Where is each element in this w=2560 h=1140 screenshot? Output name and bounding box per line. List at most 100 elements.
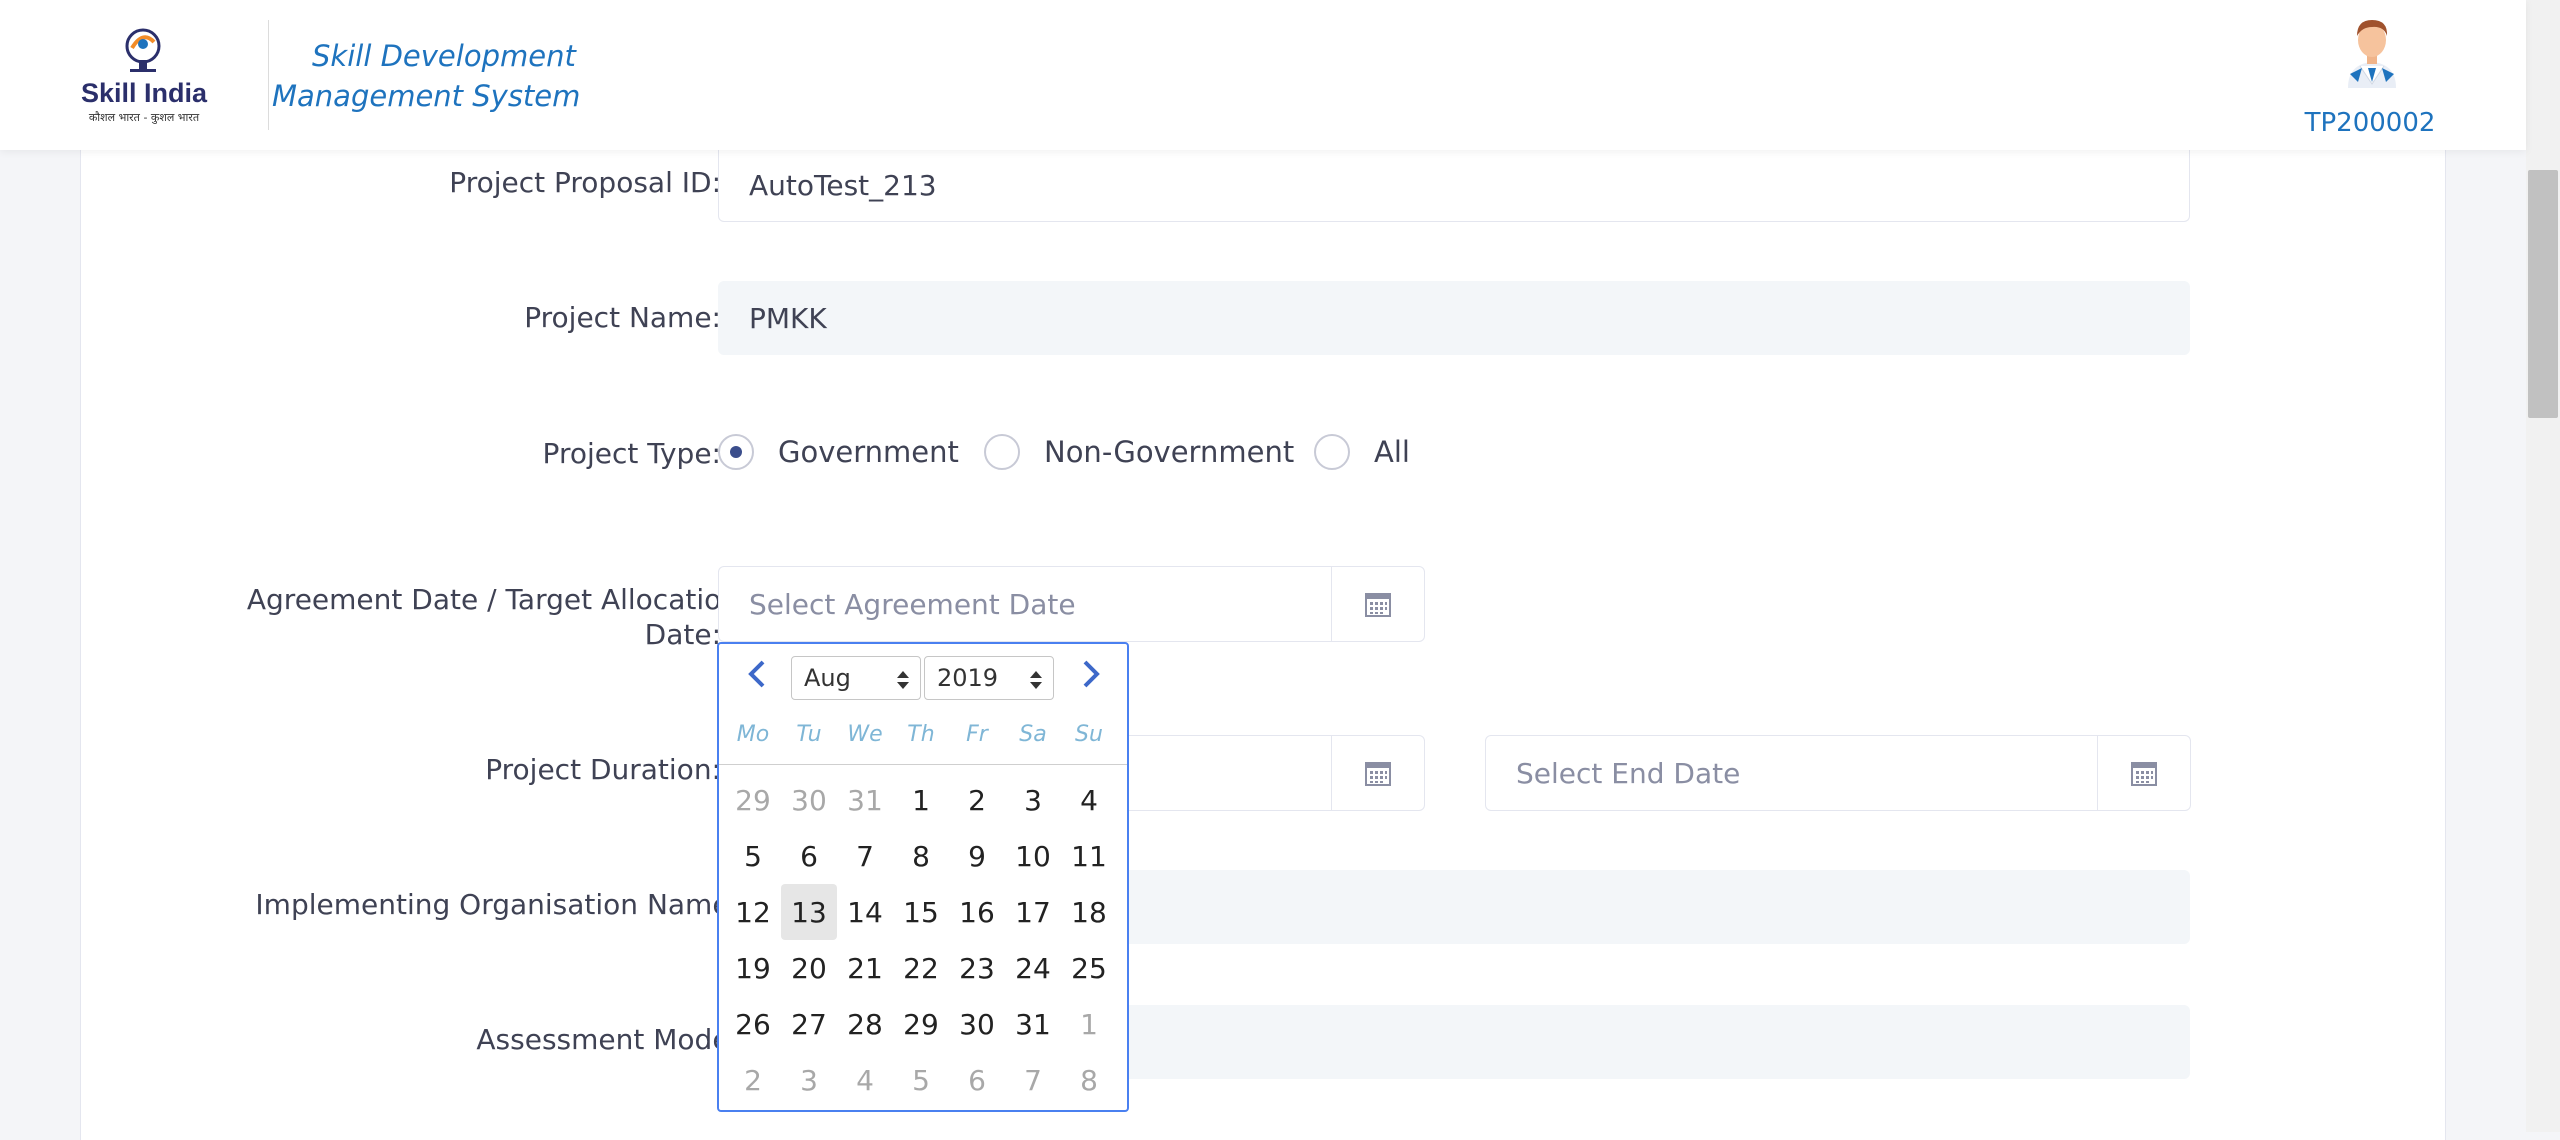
chevron-right-icon (1083, 660, 1100, 688)
start-date-calendar-button[interactable] (1331, 735, 1425, 811)
weekday-label: Fr (966, 722, 988, 747)
year-select-value: 2019 (937, 664, 999, 692)
calendar-day[interactable]: 24 (1005, 940, 1061, 996)
calendar-day[interactable]: 17 (1005, 884, 1061, 940)
app-title: Skill Development Management System (272, 39, 581, 113)
weekday-label: Mo (736, 722, 770, 747)
weekday-divider (719, 764, 1127, 765)
radio-non-government[interactable]: Non-Government (984, 434, 1294, 470)
calendar-day[interactable]: 18 (1061, 884, 1117, 940)
radio-non-government-button[interactable] (984, 434, 1020, 470)
calendar-day-other-month[interactable]: 4 (837, 1052, 893, 1108)
calendar-day[interactable]: 15 (893, 884, 949, 940)
calendar-day[interactable]: 21 (837, 940, 893, 996)
calendar-day[interactable]: 29 (893, 996, 949, 1052)
calendar-day-other-month[interactable]: 3 (781, 1052, 837, 1108)
calendar-day[interactable]: 9 (949, 828, 1005, 884)
calendar-day[interactable]: 3 (1005, 772, 1061, 828)
calendar-day-other-month[interactable]: 31 (837, 772, 893, 828)
radio-all-label: All (1374, 435, 1410, 469)
calendar-day[interactable]: 8 (893, 828, 949, 884)
calendar-day[interactable]: 31 (1005, 996, 1061, 1052)
agreement-date-input[interactable]: Select Agreement Date (718, 566, 1332, 642)
calendar-day-other-month[interactable]: 2 (725, 1052, 781, 1108)
project-type-label: Project Type:* (543, 436, 739, 471)
calendar-day[interactable]: 13 (781, 884, 837, 940)
proposal-id-value: AutoTest_213 (749, 169, 937, 202)
calendar-day[interactable]: 30 (949, 996, 1005, 1052)
calendar-week-row: 5 6 7 8 9 10 11 (725, 828, 1121, 884)
calendar-day[interactable]: 27 (781, 996, 837, 1052)
radio-all[interactable]: All (1314, 434, 1410, 470)
project-name-label-text: Project Name: (524, 301, 721, 334)
weekday-label: Su (1075, 722, 1103, 747)
radio-government-button[interactable] (718, 434, 754, 470)
radio-non-government-label: Non-Government (1044, 435, 1295, 469)
calendar-day[interactable]: 5 (725, 828, 781, 884)
project-name-label: Project Name:* (524, 300, 739, 335)
scrollbar-thumb[interactable] (2528, 170, 2558, 418)
skill-india-logo[interactable]: Skill India कौशल भारत - कुशल भारत (78, 24, 210, 128)
calendar-day-other-month[interactable]: 7 (1005, 1052, 1061, 1108)
skill-india-emblem-icon (125, 28, 161, 72)
proposal-id-label: Project Proposal ID:* (449, 165, 739, 200)
project-end-date-input[interactable]: Select End Date (1485, 735, 2099, 811)
calendar-week-row: 19 20 21 22 23 24 25 (725, 940, 1121, 996)
calendar-day-other-month[interactable]: 6 (949, 1052, 1005, 1108)
calendar-icon (1365, 593, 1391, 617)
calendar-day[interactable]: 25 (1061, 940, 1117, 996)
calendar-day-other-month[interactable]: 30 (781, 772, 837, 828)
logo-tagline: कौशल भारत - कुशल भारत (88, 111, 200, 124)
calendar-day[interactable]: 23 (949, 940, 1005, 996)
calendar-day-other-month[interactable]: 8 (1061, 1052, 1117, 1108)
calendar-day[interactable]: 22 (893, 940, 949, 996)
user-avatar-icon[interactable] (2340, 12, 2404, 88)
radio-government[interactable]: Government (718, 434, 959, 470)
calendar-day[interactable]: 1 (893, 772, 949, 828)
weekday-label: Th (907, 722, 935, 747)
project-duration-label-text: Project Duration: (485, 753, 721, 786)
assessment-mode-label-text: Assessment Mode: (476, 1023, 739, 1056)
calendar-day[interactable]: 4 (1061, 772, 1117, 828)
calendar-day[interactable]: 6 (781, 828, 837, 884)
project-form-card: Project Proposal ID:* AutoTest_213 Proje… (80, 150, 2446, 1140)
agreement-date-label: Agreement Date / Target Allocation Date:… (247, 582, 739, 652)
calendar-icon (2131, 762, 2157, 786)
calendar-day-other-month[interactable]: 29 (725, 772, 781, 828)
calendar-day[interactable]: 7 (837, 828, 893, 884)
proposal-id-input[interactable]: AutoTest_213 (718, 150, 2190, 222)
calendar-day[interactable]: 28 (837, 996, 893, 1052)
next-month-button[interactable] (1075, 658, 1107, 690)
assessment-mode-label: Assessment Mode: (476, 1022, 739, 1057)
month-select[interactable]: Aug (791, 656, 921, 700)
implementing-org-label-text: Implementing Organisation Name: (255, 888, 739, 921)
end-date-placeholder: Select End Date (1516, 756, 1741, 790)
weekday-label: Tu (796, 722, 822, 747)
agreement-date-label-line1: Agreement Date / Target Allocation (246, 583, 739, 616)
calendar-week-row: 2345678 (725, 1052, 1121, 1108)
calendar-day[interactable]: 10 (1005, 828, 1061, 884)
end-date-calendar-button[interactable] (2097, 735, 2191, 811)
calendar-day[interactable]: 11 (1061, 828, 1117, 884)
calendar-day[interactable]: 14 (837, 884, 893, 940)
calendar-day-other-month[interactable]: 1 (1061, 996, 1117, 1052)
calendar-day[interactable]: 19 (725, 940, 781, 996)
prev-month-button[interactable] (741, 658, 773, 690)
implementing-org-label: Implementing Organisation Name: (255, 887, 739, 922)
user-id-label[interactable]: TP200002 (2290, 108, 2450, 138)
radio-all-button[interactable] (1314, 434, 1350, 470)
calendar-day[interactable]: 26 (725, 996, 781, 1052)
calendar-day[interactable]: 20 (781, 940, 837, 996)
calendar-day-other-month[interactable]: 5 (893, 1052, 949, 1108)
project-name-input[interactable]: PMKK (718, 281, 2190, 355)
calendar-day-grid: 29 30 31 1 2 3 4 5 6 7 8 9 10 11 12 13 14 15 16 17 18 19 20 21 2… (725, 772, 1121, 1108)
agreement-date-calendar-button[interactable] (1331, 566, 1425, 642)
agreement-date-placeholder: Select Agreement Date (749, 587, 1076, 621)
calendar-day[interactable]: 2 (949, 772, 1005, 828)
proposal-id-label-text: Project Proposal ID: (449, 166, 721, 199)
calendar-day[interactable]: 16 (949, 884, 1005, 940)
month-select-value: Aug (804, 664, 851, 692)
calendar-day[interactable]: 12 (725, 884, 781, 940)
year-select[interactable]: 2019 (924, 656, 1054, 700)
app-header: Skill India कौशल भारत - कुशल भारत Skill … (0, 0, 2526, 150)
